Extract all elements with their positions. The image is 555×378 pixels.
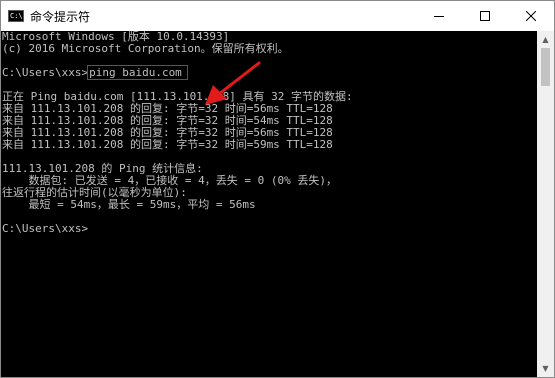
maximize-icon bbox=[480, 11, 490, 21]
window-title: 命令提示符 bbox=[30, 9, 91, 24]
reply-line: 来自 111.13.101.208 的回复: 字节=32 时间=59ms TTL… bbox=[2, 138, 333, 151]
console-output[interactable]: Microsoft Windows [版本 10.0.14393] (c) 20… bbox=[1, 31, 538, 377]
maximize-button[interactable] bbox=[462, 1, 508, 31]
minimize-button[interactable] bbox=[416, 1, 462, 31]
prompt-line: C:\Users\xxs>ping baidu.com bbox=[1, 65, 538, 80]
scrollbar-thumb[interactable] bbox=[541, 48, 550, 86]
title-bar[interactable]: C:\ 命令提示符 bbox=[1, 1, 554, 31]
close-button[interactable] bbox=[508, 1, 554, 31]
scroll-down-icon[interactable]: ▼ bbox=[537, 360, 554, 377]
prompt-line: C:\Users\xxs> bbox=[2, 222, 89, 235]
scroll-up-icon[interactable]: ▲ bbox=[537, 31, 554, 48]
highlighted-command: ping baidu.com bbox=[87, 65, 188, 80]
window-controls bbox=[416, 1, 554, 31]
vertical-scrollbar[interactable]: ▲ ▼ bbox=[537, 31, 554, 377]
prompt: C:\Users\xxs> bbox=[2, 66, 89, 79]
stats-line: 最短 = 54ms，最长 = 59ms，平均 = 56ms bbox=[2, 198, 256, 211]
console-line: (c) 2016 Microsoft Corporation。保留所有权利。 bbox=[2, 42, 289, 55]
cmd-window: C:\ 命令提示符 Microsoft Windows [版本 10.0.143… bbox=[0, 0, 555, 378]
close-icon bbox=[526, 11, 536, 21]
minimize-icon bbox=[434, 16, 444, 17]
cmd-app-icon: C:\ bbox=[8, 10, 24, 22]
